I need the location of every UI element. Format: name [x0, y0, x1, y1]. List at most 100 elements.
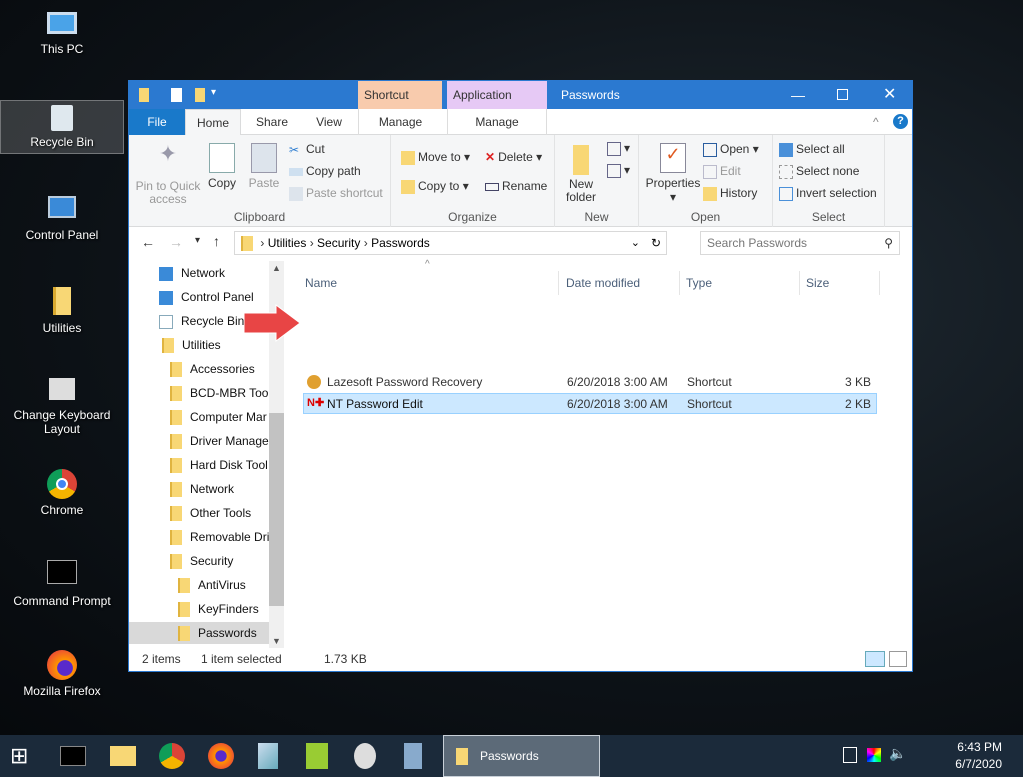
nav-item-network-folder[interactable]: Network: [170, 478, 269, 500]
edit-button[interactable]: Edit: [703, 164, 741, 179]
scrollbar-thumb[interactable]: [269, 413, 284, 606]
file-explorer-taskbar-icon[interactable]: [110, 746, 136, 766]
tab-share[interactable]: Share: [241, 109, 303, 135]
easy-access-button[interactable]: ▾: [607, 163, 630, 178]
folder-icon: [178, 626, 190, 642]
nav-item-hard-disk-tools[interactable]: Hard Disk Tool: [170, 454, 269, 476]
nav-item-control-panel[interactable]: Control Panel: [159, 286, 254, 308]
breadcrumb-utilities[interactable]: Utilities: [268, 236, 307, 250]
pin-to-quick-access-button[interactable]: ✦ Pin to Quick access: [135, 143, 201, 206]
breadcrumb-security[interactable]: Security: [317, 236, 360, 250]
paste-button[interactable]: Paste: [247, 143, 281, 190]
desktop-icon-control-panel[interactable]: Control Panel: [0, 196, 124, 242]
clipboard-icon: [251, 143, 277, 173]
breadcrumb-passwords[interactable]: Passwords: [371, 236, 430, 250]
details-view-button[interactable]: [865, 651, 885, 667]
app-taskbar-icon[interactable]: [306, 743, 328, 769]
column-header-date[interactable]: Date modified: [562, 271, 680, 295]
up-button[interactable]: ↑: [213, 233, 220, 249]
desktop-icon-utilities[interactable]: Utilities: [0, 287, 124, 335]
nav-item-security[interactable]: Security: [170, 550, 269, 572]
recent-locations-button[interactable]: ▾: [195, 235, 200, 246]
copy-path-button[interactable]: Copy path: [289, 164, 361, 178]
cut-button[interactable]: ✂ Cut: [289, 142, 325, 157]
nav-item-driver-management[interactable]: Driver Manage: [170, 430, 269, 452]
display-tray-icon[interactable]: [867, 748, 881, 762]
rename-button[interactable]: Rename: [485, 179, 547, 193]
nav-item-removable-drives[interactable]: Removable Dri: [170, 526, 269, 548]
file-row-selected[interactable]: N✚ NT Password Edit 6/20/2018 3:00 AM Sh…: [303, 393, 877, 414]
nav-item-accessories[interactable]: Accessories: [170, 358, 269, 380]
chrome-taskbar-icon[interactable]: [159, 743, 185, 769]
close-button[interactable]: ✕: [883, 81, 896, 109]
nav-item-bcd-mbr-tools[interactable]: BCD-MBR Tool: [170, 382, 269, 404]
network-tray-icon[interactable]: [843, 747, 857, 763]
control-panel-icon: [159, 290, 173, 305]
history-button[interactable]: History: [703, 186, 757, 201]
tab-file[interactable]: File: [129, 109, 185, 135]
file-row[interactable]: Lazesoft Password Recovery 6/20/2018 3:0…: [303, 372, 877, 393]
new-item-button[interactable]: ▾: [607, 141, 630, 156]
maximize-button[interactable]: [837, 89, 848, 100]
invert-selection-button[interactable]: Invert selection: [779, 186, 877, 201]
desktop-icon-firefox[interactable]: Mozilla Firefox: [0, 650, 124, 698]
move-to-icon: [401, 150, 415, 165]
column-header-type[interactable]: Type: [682, 271, 800, 295]
delete-button[interactable]: ✕ Delete ▾: [485, 150, 542, 164]
firefox-taskbar-icon[interactable]: [208, 743, 234, 769]
scroll-up-icon[interactable]: ▲: [272, 263, 281, 273]
desktop-icon-this-pc[interactable]: This PC: [0, 12, 124, 56]
clock[interactable]: 6:43 PM 6/7/2020: [940, 739, 1002, 773]
nav-item-keyfinders[interactable]: KeyFinders: [178, 598, 269, 620]
collapse-ribbon-icon[interactable]: ^: [873, 115, 879, 129]
properties-quick-icon[interactable]: [171, 88, 182, 102]
nav-item-network[interactable]: Network: [159, 262, 225, 284]
move-to-button[interactable]: Move to ▾: [401, 150, 470, 165]
refresh-icon[interactable]: ↻: [651, 232, 661, 254]
help-icon[interactable]: ?: [893, 114, 908, 129]
desktop-icon-recycle-bin[interactable]: Recycle Bin: [0, 100, 124, 154]
desktop-icon-command-prompt[interactable]: Command Prompt: [0, 560, 124, 608]
tab-shortcut-manage[interactable]: Manage: [358, 109, 442, 135]
volume-icon[interactable]: 🔈: [889, 745, 906, 762]
forward-button[interactable]: →: [169, 234, 183, 250]
address-bar[interactable]: › Utilities › Security › Passwords ⌄ ↻: [234, 231, 667, 255]
snipping-tool-taskbar-icon[interactable]: [354, 743, 376, 769]
nav-item-antivirus[interactable]: AntiVirus: [178, 574, 269, 596]
keyboard-settings-icon: [49, 378, 75, 400]
back-button[interactable]: ←: [141, 234, 155, 250]
tab-home[interactable]: Home: [185, 109, 241, 136]
large-icons-view-button[interactable]: [889, 651, 907, 667]
search-input[interactable]: Search Passwords ⚲: [700, 231, 900, 255]
copy-button[interactable]: Copy: [207, 143, 237, 190]
context-label-application-tools: Application Tools: [447, 81, 547, 130]
nav-item-recycle-bin[interactable]: Recycle Bin: [159, 310, 244, 332]
cmd-taskbar-icon[interactable]: [60, 746, 86, 766]
properties-button[interactable]: ✓ Properties ▾: [645, 143, 701, 204]
customize-quick-access-icon[interactable]: ▾: [211, 87, 216, 98]
new-folder-quick-icon[interactable]: [195, 88, 205, 102]
tab-view[interactable]: View: [303, 109, 355, 135]
desktop-icon-change-keyboard-layout[interactable]: Change Keyboard Layout: [0, 378, 124, 436]
nav-item-other-tools[interactable]: Other Tools: [170, 502, 269, 524]
taskbar-window-passwords[interactable]: Passwords: [443, 735, 600, 777]
notepad-taskbar-icon[interactable]: [258, 743, 278, 769]
paste-shortcut-button[interactable]: Paste shortcut: [289, 186, 383, 201]
open-button[interactable]: Open ▾: [703, 142, 759, 157]
nav-item-passwords[interactable]: Passwords: [129, 622, 269, 644]
select-none-button[interactable]: Select none: [779, 164, 859, 179]
calculator-taskbar-icon[interactable]: [404, 743, 422, 769]
new-folder-button[interactable]: New folder: [563, 145, 599, 204]
column-header-size[interactable]: Size: [802, 271, 880, 295]
column-header-name[interactable]: Name: [301, 271, 559, 295]
address-dropdown-icon[interactable]: ⌄: [631, 232, 640, 254]
select-all-button[interactable]: Select all: [779, 142, 845, 157]
scroll-down-icon[interactable]: ▼: [272, 636, 281, 646]
nav-item-computer-management[interactable]: Computer Mar: [170, 406, 269, 428]
start-button[interactable]: ⊞: [10, 743, 36, 769]
copy-to-button[interactable]: Copy to ▾: [401, 179, 469, 194]
minimize-button[interactable]: —: [791, 81, 805, 109]
desktop-icon-chrome[interactable]: Chrome: [0, 469, 124, 517]
tab-application-manage[interactable]: Manage: [447, 109, 547, 135]
nav-item-utilities[interactable]: Utilities: [162, 334, 221, 356]
